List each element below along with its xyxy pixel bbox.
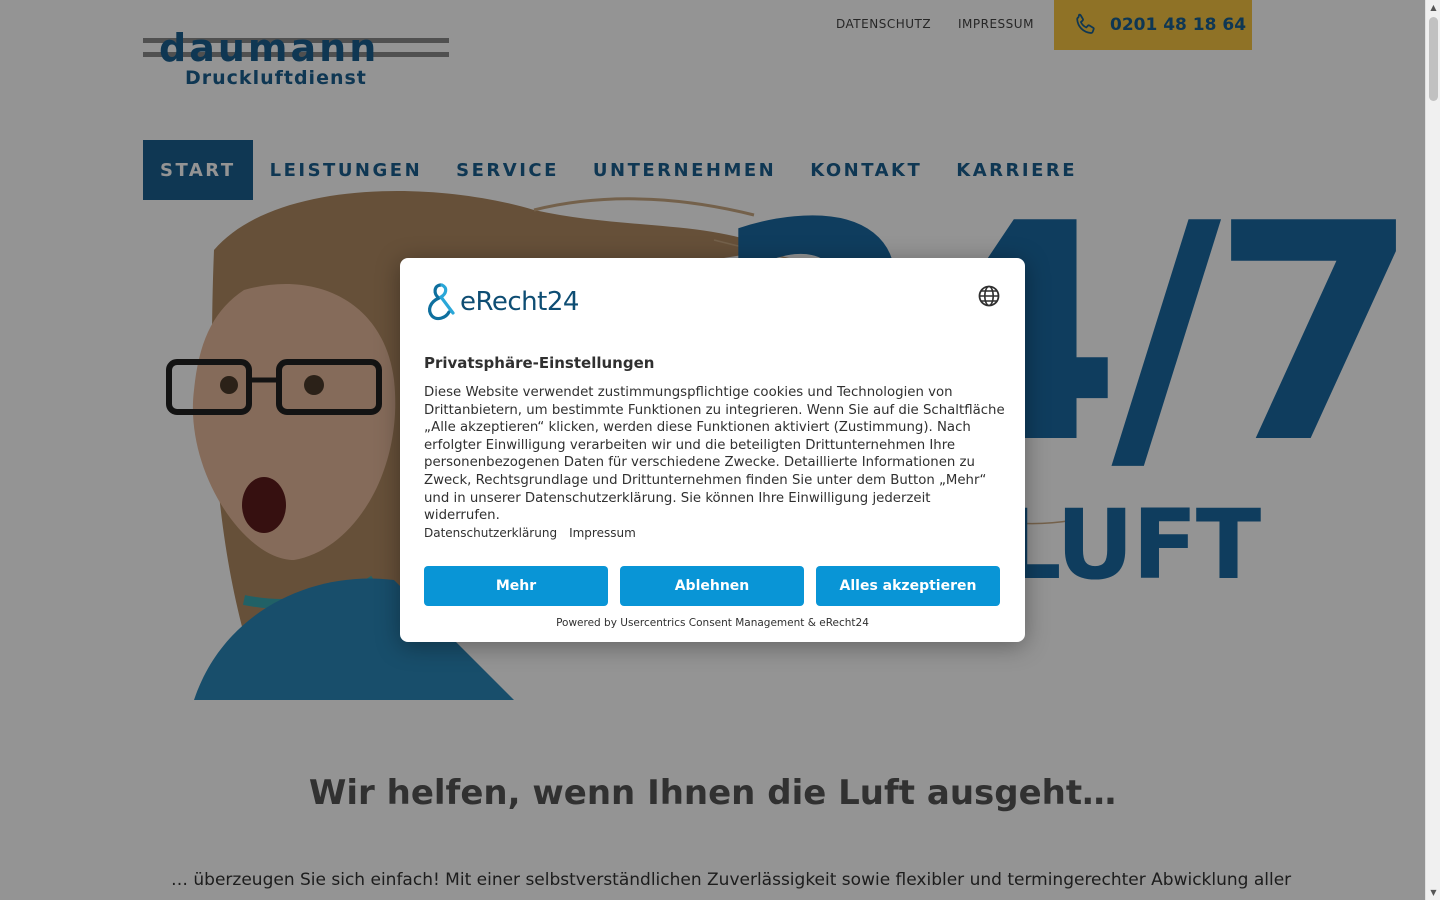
scroll-down-icon[interactable]: ▼ [1426, 885, 1440, 900]
consent-title: Privatsphäre-Einstellungen [424, 354, 655, 372]
consent-link-datenschutzerklaerung[interactable]: Datenschutzerklärung [424, 526, 557, 540]
accept-all-button[interactable]: Alles akzeptieren [816, 566, 1000, 606]
consent-brand-name: eRecht24 [460, 287, 579, 317]
deny-button[interactable]: Ablehnen [620, 566, 804, 606]
scroll-up-icon[interactable]: ▲ [1426, 0, 1440, 15]
consent-powered-by: Powered by Usercentrics Consent Manageme… [556, 617, 869, 629]
consent-links: Datenschutzerklärung Impressum [424, 526, 636, 540]
consent-link-impressum[interactable]: Impressum [569, 526, 636, 540]
language-globe-icon[interactable] [977, 284, 1001, 308]
erecht24-logo-icon [428, 283, 455, 321]
page-scrollbar[interactable]: ▲ ▼ [1425, 0, 1440, 900]
more-button[interactable]: Mehr [424, 566, 608, 606]
consent-dialog: eRecht24 Privatsphäre-Einstellungen Dies… [400, 258, 1025, 642]
consent-description: Diese Website verwendet zustimmungspflic… [424, 385, 1005, 524]
consent-buttons: Mehr Ablehnen Alles akzeptieren [424, 566, 1000, 606]
consent-brand-logo: eRecht24 [424, 282, 579, 322]
scrollbar-thumb[interactable] [1429, 17, 1438, 101]
